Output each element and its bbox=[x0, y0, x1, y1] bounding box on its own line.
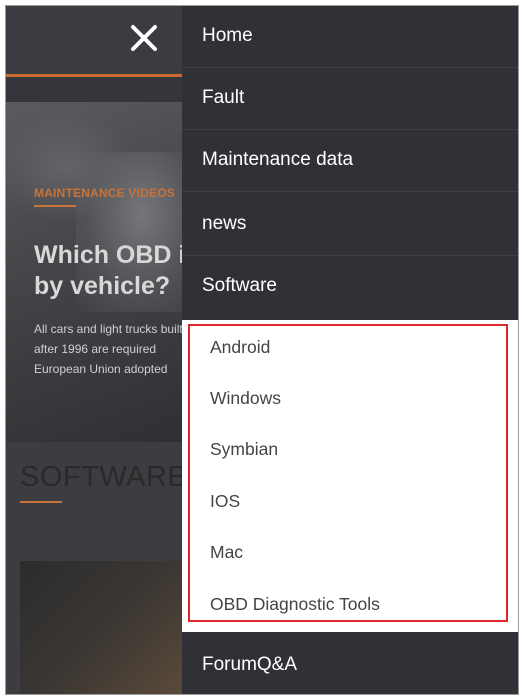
hero-excerpt: All cars and light trucks built after 19… bbox=[34, 319, 182, 379]
close-menu-button[interactable] bbox=[124, 18, 164, 58]
hero-excerpt-line-1: All cars and light trucks built bbox=[34, 322, 182, 336]
software-submenu: Android Windows Symbian IOS Mac OBD Diag… bbox=[182, 320, 518, 632]
hero-title[interactable]: Which OBD interface by vehicle? bbox=[34, 240, 182, 302]
menu-item-software[interactable]: Software bbox=[182, 256, 518, 318]
menu-item-maintenance-data[interactable]: Maintenance data bbox=[182, 130, 518, 192]
submenu-item-android[interactable]: Android bbox=[210, 337, 270, 358]
hero-title-line-2: by vehicle? bbox=[34, 272, 171, 300]
menu-item-forum-qa[interactable]: ForumQ&A bbox=[182, 632, 518, 694]
hero-excerpt-line-2: after 1996 are required bbox=[34, 342, 157, 356]
menu-item-label: Fault bbox=[202, 87, 245, 108]
menu-item-label: Maintenance data bbox=[202, 149, 354, 170]
background-page: MAINTENANCE VIDEOS Which OBD interface b… bbox=[6, 6, 182, 694]
menu-item-home[interactable]: Home bbox=[182, 6, 518, 68]
software-thumbnail[interactable] bbox=[20, 561, 182, 694]
submenu-item-windows[interactable]: Windows bbox=[210, 388, 281, 409]
submenu-item-symbian[interactable]: Symbian bbox=[210, 439, 278, 460]
submenu-item-ios[interactable]: IOS bbox=[210, 491, 240, 512]
menu-item-label: ForumQ&A bbox=[202, 654, 298, 675]
menu-item-fault[interactable]: Fault bbox=[182, 68, 518, 130]
submenu-item-mac[interactable]: Mac bbox=[210, 542, 243, 563]
top-bar-accent-line bbox=[6, 74, 182, 77]
app-frame: MAINTENANCE VIDEOS Which OBD interface b… bbox=[5, 5, 519, 695]
hero-tag-underline bbox=[34, 205, 76, 207]
software-section-title: SOFTWARE bbox=[20, 461, 182, 493]
hero-category-tag[interactable]: MAINTENANCE VIDEOS bbox=[34, 186, 175, 200]
menu-item-news[interactable]: news bbox=[182, 194, 518, 256]
navigation-menu: Home Fault Maintenance data news Softwar… bbox=[182, 6, 518, 694]
submenu-item-obd-diagnostic-tools[interactable]: OBD Diagnostic Tools bbox=[210, 594, 380, 615]
software-section-underline bbox=[20, 501, 62, 503]
hero-title-line-1: Which OBD interface bbox=[34, 241, 182, 269]
menu-item-label: Home bbox=[202, 25, 253, 46]
hero-excerpt-line-3: European Union adopted bbox=[34, 362, 168, 376]
submenu-highlight-box bbox=[188, 324, 508, 622]
close-icon bbox=[131, 25, 157, 51]
menu-item-label: Software bbox=[202, 275, 277, 296]
menu-item-label: news bbox=[202, 213, 247, 234]
